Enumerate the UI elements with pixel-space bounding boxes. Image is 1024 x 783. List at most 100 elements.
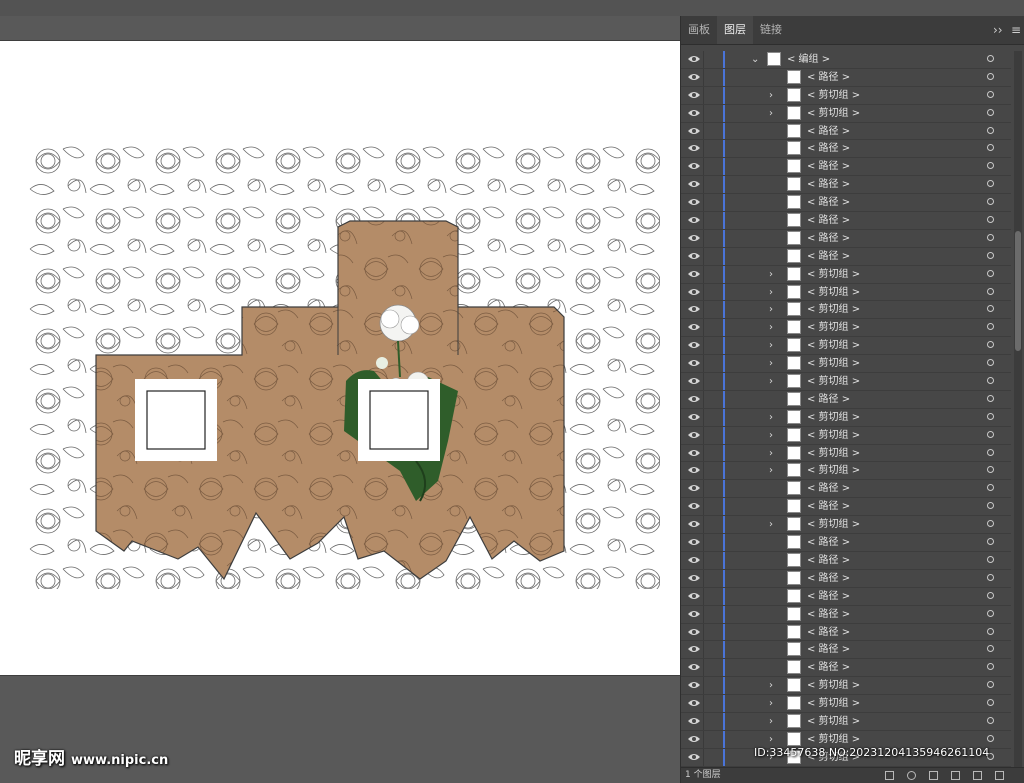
visibility-eye-icon[interactable] xyxy=(687,143,701,153)
layer-row[interactable]: < 路径 > xyxy=(681,229,1011,248)
chevron-right-icon[interactable]: › xyxy=(769,266,773,283)
layer-row[interactable]: < 路径 > xyxy=(681,498,1011,517)
chevron-right-icon[interactable]: › xyxy=(769,516,773,533)
chevron-right-icon[interactable]: › xyxy=(769,319,773,336)
visibility-eye-icon[interactable] xyxy=(687,609,701,619)
artwork[interactable] xyxy=(28,141,660,589)
layer-row[interactable]: › < 剪切组 > xyxy=(681,337,1011,356)
target-circle-icon[interactable] xyxy=(987,341,994,349)
layer-row[interactable]: › < 剪切组 > xyxy=(681,516,1011,535)
layer-name[interactable]: < 路径 > xyxy=(807,194,850,211)
target-circle-icon[interactable] xyxy=(987,681,994,689)
layer-row[interactable]: < 路径 > xyxy=(681,641,1011,660)
target-circle-icon[interactable] xyxy=(987,430,994,438)
visibility-eye-icon[interactable] xyxy=(687,519,701,529)
layer-name[interactable]: < 路径 > xyxy=(807,391,850,408)
layer-name[interactable]: < 剪切组 > xyxy=(807,319,860,336)
layer-name[interactable]: < 路径 > xyxy=(807,552,850,569)
layer-name[interactable]: < 剪切组 > xyxy=(807,355,860,372)
target-circle-icon[interactable] xyxy=(987,645,994,653)
target-circle-icon[interactable] xyxy=(987,162,994,170)
layer-name[interactable]: < 路径 > xyxy=(807,659,850,676)
chevron-down-icon[interactable]: ⌄ xyxy=(751,51,759,68)
layer-row[interactable]: < 路径 > xyxy=(681,140,1011,159)
target-circle-icon[interactable] xyxy=(987,144,994,152)
trash-icon[interactable] xyxy=(995,771,1004,780)
visibility-eye-icon[interactable] xyxy=(687,108,701,118)
layer-row[interactable]: < 路径 > xyxy=(681,659,1011,678)
visibility-eye-icon[interactable] xyxy=(687,322,701,332)
layer-name[interactable]: < 路径 > xyxy=(807,570,850,587)
target-circle-icon[interactable] xyxy=(987,555,994,563)
scrollbar-thumb[interactable] xyxy=(1015,231,1021,351)
visibility-eye-icon[interactable] xyxy=(687,627,701,637)
visibility-eye-icon[interactable] xyxy=(687,465,701,475)
canvas-area[interactable] xyxy=(0,16,680,783)
layer-name[interactable]: < 剪切组 > xyxy=(807,695,860,712)
layer-name[interactable]: < 剪切组 > xyxy=(807,105,860,122)
visibility-eye-icon[interactable] xyxy=(687,430,701,440)
layer-row[interactable]: < 路径 > xyxy=(681,623,1011,642)
target-circle-icon[interactable] xyxy=(987,108,994,116)
locate-object-icon[interactable] xyxy=(907,771,916,780)
layer-name[interactable]: < 编组 > xyxy=(787,51,830,68)
chevron-right-icon[interactable]: › xyxy=(769,409,773,426)
layer-name[interactable]: < 路径 > xyxy=(807,248,850,265)
visibility-eye-icon[interactable] xyxy=(687,483,701,493)
chevron-right-icon[interactable]: › xyxy=(769,355,773,372)
layer-name[interactable]: < 剪切组 > xyxy=(807,427,860,444)
layer-name[interactable]: < 路径 > xyxy=(807,69,850,86)
layer-name[interactable]: < 剪切组 > xyxy=(807,516,860,533)
visibility-eye-icon[interactable] xyxy=(687,394,701,404)
layer-name[interactable]: < 剪切组 > xyxy=(807,462,860,479)
target-circle-icon[interactable] xyxy=(987,716,994,724)
target-circle-icon[interactable] xyxy=(987,251,994,259)
layer-name[interactable]: < 剪切组 > xyxy=(807,87,860,104)
visibility-eye-icon[interactable] xyxy=(687,197,701,207)
chevron-right-icon[interactable]: › xyxy=(769,445,773,462)
target-circle-icon[interactable] xyxy=(987,216,994,224)
layer-row[interactable]: < 路径 > xyxy=(681,534,1011,552)
visibility-eye-icon[interactable] xyxy=(687,644,701,654)
chevron-right-icon[interactable]: › xyxy=(769,87,773,104)
tab-artboards[interactable]: 画板 xyxy=(681,16,717,44)
export-icon[interactable] xyxy=(885,771,894,780)
new-sublayer-icon[interactable] xyxy=(951,771,960,780)
layer-row[interactable]: < 路径 > xyxy=(681,569,1011,588)
layer-name[interactable]: < 路径 > xyxy=(807,140,850,157)
target-circle-icon[interactable] xyxy=(987,538,994,546)
layer-row[interactable]: › < 剪切组 > xyxy=(681,444,1011,463)
layer-row[interactable]: < 路径 > xyxy=(681,158,1011,177)
layer-row[interactable]: › < 剪切组 > xyxy=(681,319,1011,338)
layer-name[interactable]: < 路径 > xyxy=(807,158,850,175)
layer-name[interactable]: < 剪切组 > xyxy=(807,284,860,301)
layer-name[interactable]: < 路径 > xyxy=(807,230,850,247)
target-circle-icon[interactable] xyxy=(987,609,994,617)
layer-row[interactable]: › < 剪切组 > xyxy=(681,712,1011,731)
layer-row[interactable]: › < 剪切组 > xyxy=(681,355,1011,374)
new-layer-icon[interactable] xyxy=(973,771,982,780)
target-circle-icon[interactable] xyxy=(987,484,994,492)
layers-list[interactable]: ⌄ < 编组 > < 路径 > › < 剪切组 > › < 剪切组 > < 路径 > < 路… xyxy=(681,51,1011,768)
target-circle-icon[interactable] xyxy=(987,448,994,456)
layer-row[interactable]: › < 剪切组 > xyxy=(681,265,1011,284)
visibility-eye-icon[interactable] xyxy=(687,215,701,225)
visibility-eye-icon[interactable] xyxy=(687,340,701,350)
target-circle-icon[interactable] xyxy=(987,287,994,295)
collapse-panel-icon[interactable]: ›› xyxy=(993,16,1003,44)
layer-row[interactable]: › < 剪切组 > xyxy=(681,426,1011,445)
layer-row[interactable]: < 路径 > xyxy=(681,605,1011,624)
visibility-eye-icon[interactable] xyxy=(687,251,701,261)
artboard[interactable] xyxy=(0,40,680,676)
chevron-right-icon[interactable]: › xyxy=(769,695,773,712)
visibility-eye-icon[interactable] xyxy=(687,662,701,672)
layer-row[interactable]: › < 剪切组 > xyxy=(681,695,1011,713)
layer-name[interactable]: < 剪切组 > xyxy=(807,409,860,426)
layer-name[interactable]: < 剪切组 > xyxy=(807,373,860,390)
visibility-eye-icon[interactable] xyxy=(687,573,701,583)
visibility-eye-icon[interactable] xyxy=(687,358,701,368)
visibility-eye-icon[interactable] xyxy=(687,376,701,386)
tab-links[interactable]: 链接 xyxy=(753,16,789,44)
visibility-eye-icon[interactable] xyxy=(687,555,701,565)
layer-row[interactable]: › < 剪切组 > xyxy=(681,104,1011,123)
